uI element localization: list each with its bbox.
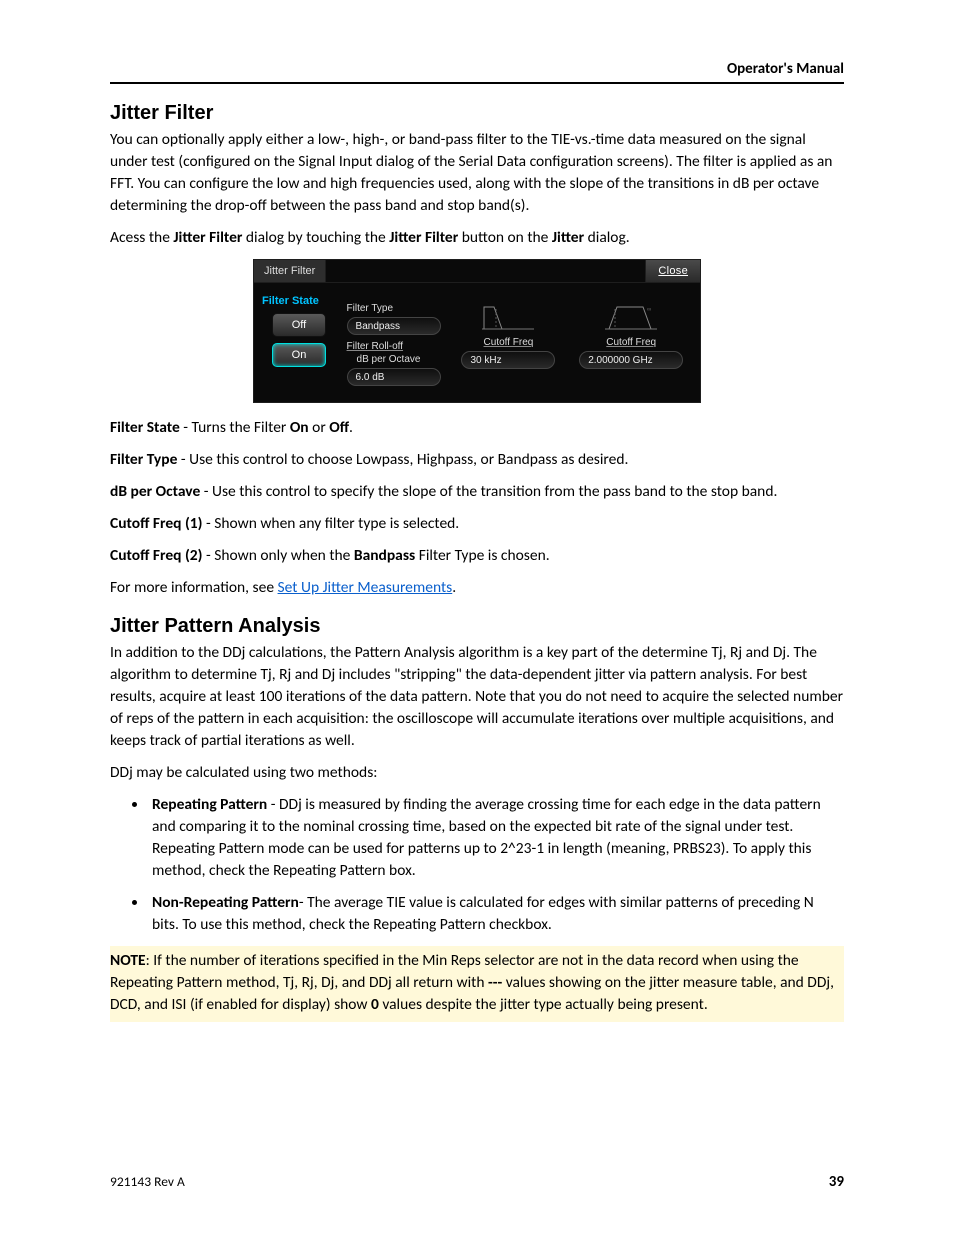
svg-text:∞: ∞ — [647, 307, 651, 313]
list-term: Non-Repeating Pattern — [152, 893, 299, 912]
para-jpa-methods: DDj may be calculated using two methods: — [110, 762, 844, 784]
text-frag: - Use this control to specify the slope … — [200, 482, 777, 501]
highpass-curve-icon — [480, 299, 536, 333]
text-frag-bold: 0 — [371, 995, 379, 1014]
def-db-octave: dB per Octave - Use this control to spec… — [110, 481, 844, 503]
note-label: NOTE — [110, 951, 146, 970]
text-frag-bold: Jitter Filter — [389, 228, 458, 247]
para-jf-access: Acess the Jitter Filter dialog by touchi… — [110, 227, 844, 249]
text-frag: button on the — [458, 228, 552, 247]
bandpass-curve-icon: ∞ — [603, 299, 659, 333]
cutoff1-value[interactable]: 30 kHz — [461, 351, 555, 369]
para-jf-intro: You can optionally apply either a low-, … — [110, 129, 844, 217]
link-setup-jitter[interactable]: Set Up Jitter Measurements — [278, 578, 453, 597]
cutoff2-label: Cutoff Freq — [606, 337, 656, 348]
text-frag-bold: --- — [488, 973, 502, 992]
filter-state-toggle: Off On — [264, 313, 337, 367]
spacer — [326, 260, 645, 282]
text-frag: . — [349, 418, 353, 437]
def-filter-state: Filter State - Turns the Filter On or Of… — [110, 417, 844, 439]
text-frag: For more information, see — [110, 578, 278, 597]
text-frag: - Use this control to choose Lowpass, Hi… — [177, 450, 628, 469]
def-term: Cutoff Freq (2) — [110, 546, 202, 565]
text-frag: - Shown only when the — [202, 546, 353, 565]
dialog-tab[interactable]: Jitter Filter — [254, 260, 326, 282]
cutoff2-value[interactable]: 2.000000 GHz — [579, 351, 683, 369]
cutoff1-label: Cutoff Freq — [484, 337, 534, 348]
methods-list: Repeating Pattern - DDj is measured by f… — [148, 794, 844, 936]
text-frag: or — [309, 418, 330, 437]
text-frag: Filter Type is chosen. — [415, 546, 549, 565]
footer-page-number: 39 — [829, 1173, 844, 1191]
footer-rev: 921143 Rev A — [110, 1173, 185, 1191]
text-frag-bold: Jitter Filter — [173, 228, 242, 247]
text-frag: dialog by touching the — [242, 228, 389, 247]
def-filter-type: Filter Type - Use this control to choose… — [110, 449, 844, 471]
def-term: dB per Octave — [110, 482, 200, 501]
text-frag: . — [452, 578, 456, 597]
list-item: Non-Repeating Pattern- The average TIE v… — [148, 892, 844, 936]
header-title: Operator's Manual — [110, 60, 844, 84]
list-term: Repeating Pattern — [152, 795, 267, 814]
def-term: Filter State — [110, 418, 180, 437]
list-item: Repeating Pattern - DDj is measured by f… — [148, 794, 844, 882]
para-jpa-intro: In addition to the DDj calculations, the… — [110, 642, 844, 752]
filter-off-button[interactable]: Off — [272, 313, 326, 337]
filter-state-label: Filter State — [262, 295, 337, 307]
text-frag-bold: On — [290, 418, 309, 437]
text-frag: - Shown when any filter type is selected… — [202, 514, 459, 533]
dialog-screenshot: Jitter Filter Close Filter State Off On … — [110, 259, 844, 403]
dialog-titlebar: Jitter Filter Close — [254, 260, 700, 283]
text-frag: dialog. — [584, 228, 630, 247]
filter-type-value[interactable]: Bandpass — [347, 317, 441, 335]
rolloff-sublabel: dB per Octave — [357, 354, 421, 365]
def-term: Filter Type — [110, 450, 177, 469]
more-info-line: For more information, see Set Up Jitter … — [110, 577, 844, 599]
rolloff-label: Filter Roll-off — [347, 341, 404, 352]
text-frag-bold: Bandpass — [354, 546, 415, 565]
text-frag: values despite the jitter type actually … — [379, 995, 708, 1014]
def-cutoff2: Cutoff Freq (2) - Shown only when the Ba… — [110, 545, 844, 567]
filter-on-button[interactable]: On — [272, 343, 326, 367]
text-frag: Acess the — [110, 228, 173, 247]
text-frag-bold: Off — [329, 418, 349, 437]
jitter-filter-dialog: Jitter Filter Close Filter State Off On … — [253, 259, 701, 403]
text-frag-bold: Jitter — [552, 228, 584, 247]
filter-type-label: Filter Type — [347, 303, 394, 314]
rolloff-value[interactable]: 6.0 dB — [347, 368, 441, 386]
close-button[interactable]: Close — [645, 260, 700, 282]
text-frag: - Turns the Filter — [180, 418, 290, 437]
page-footer: 921143 Rev A 39 — [110, 1173, 844, 1191]
note-box: NOTE: If the number of iterations specif… — [110, 946, 844, 1022]
def-term: Cutoff Freq (1) — [110, 514, 202, 533]
heading-jitter-filter: Jitter Filter — [110, 102, 844, 125]
heading-jitter-pattern: Jitter Pattern Analysis — [110, 615, 844, 638]
def-cutoff1: Cutoff Freq (1) - Shown when any filter … — [110, 513, 844, 535]
